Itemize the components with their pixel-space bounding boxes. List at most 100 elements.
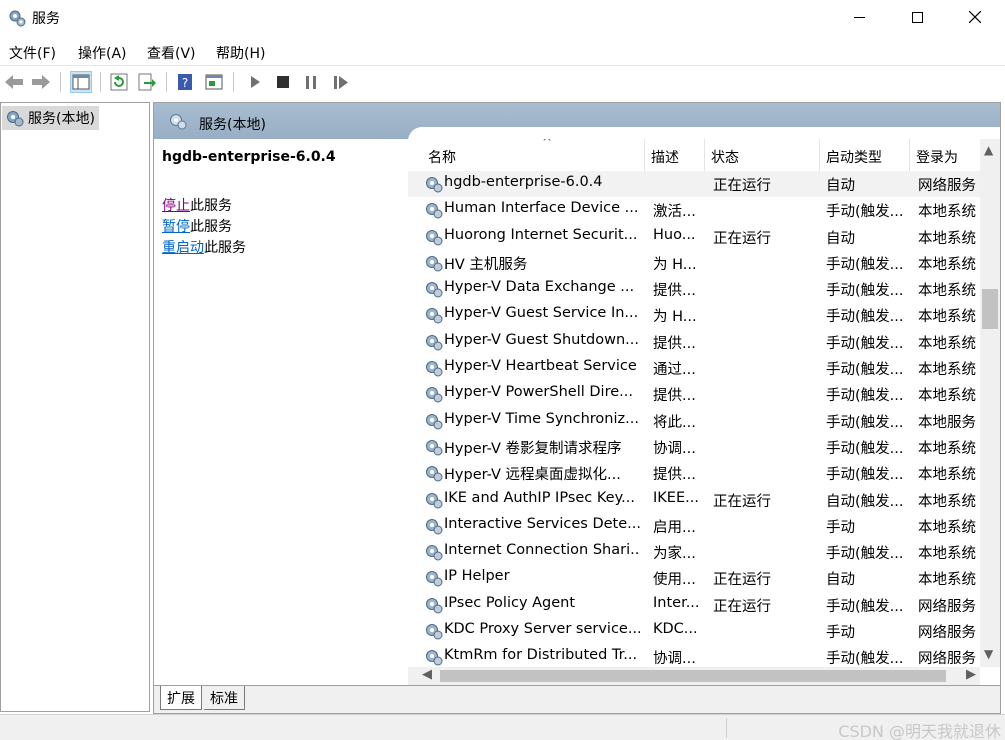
pause-service-link[interactable]: 暂停 — [162, 219, 190, 235]
column-header-label: 状态 — [711, 150, 739, 166]
service-row[interactable]: Huorong Internet Securit... Huo... 正在运行 自动 本… — [408, 224, 980, 250]
service-status-cell: 正在运行 — [713, 598, 771, 615]
service-startup-type-cell: 手动 — [826, 625, 855, 642]
restart-service-link[interactable]: 重启动 — [162, 240, 204, 256]
close-button[interactable] — [946, 0, 1004, 34]
horizontal-scrollbar[interactable]: ◀ ▶ — [408, 667, 980, 685]
tab-standard[interactable]: 标准 — [204, 686, 245, 710]
vertical-scroll-thumb[interactable] — [982, 289, 998, 329]
service-startup-type-cell: 手动(触发... — [826, 204, 904, 221]
menu-help[interactable]: 帮助(H) — [216, 43, 265, 63]
stop-service-button[interactable] — [272, 71, 294, 93]
window-title: 服务 — [32, 11, 60, 27]
service-row[interactable]: Hyper-V 远程桌面虚拟化... 提供... 手动(触发... 本地系统 — [408, 460, 980, 486]
pause-service-button[interactable] — [300, 71, 322, 93]
tree-item-services-local[interactable]: 服务(本地) — [2, 106, 99, 130]
service-row[interactable]: IKE and AuthIP IPsec Key... IKEE... 正在运行 自动… — [408, 487, 980, 513]
refresh-button[interactable] — [108, 71, 130, 93]
toolbar-separator — [166, 72, 167, 92]
service-row[interactable]: IP Helper 使用... 正在运行 自动 本地系统 — [408, 565, 980, 591]
tab-extended[interactable]: 扩展 — [160, 686, 202, 710]
forward-button[interactable] — [30, 71, 52, 93]
service-name-cell: Human Interface Device ... — [444, 200, 639, 217]
service-description-cell: 为 H... — [653, 256, 697, 273]
horizontal-scroll-thumb[interactable] — [440, 670, 946, 682]
service-logon-cell: 本地系统 — [918, 204, 976, 221]
service-logon-cell: 网络服务 — [918, 178, 976, 194]
service-description-cell: 启用... — [653, 519, 696, 536]
service-row[interactable]: Hyper-V 卷影复制请求程序 协调... 手动(触发... 本地系统 — [408, 434, 980, 460]
service-description-cell: 使用... — [653, 572, 696, 589]
service-name-cell: KtmRm for Distributed Tr... — [444, 647, 638, 664]
maximize-icon — [911, 11, 923, 23]
service-gear-icon — [424, 333, 444, 355]
service-startup-type-cell: 自动 — [826, 230, 855, 247]
service-row[interactable]: KDC Proxy Server service... KDC... 手动 网络服务 — [408, 618, 980, 644]
tree-item-label: 服务(本地) — [28, 111, 95, 127]
scroll-right-icon[interactable]: ▶ — [966, 667, 976, 682]
service-row[interactable]: Hyper-V Data Exchange ... 提供... 手动(触发... 本地… — [408, 276, 980, 302]
minimize-icon — [853, 16, 865, 18]
service-row[interactable]: Hyper-V PowerShell Dire... 提供... 手动(触发... 本… — [408, 381, 980, 407]
service-name-cell: KDC Proxy Server service... — [444, 621, 640, 638]
service-row[interactable]: Human Interface Device ... 激活... 手动(触发... 本… — [408, 197, 980, 223]
service-name-cell: Hyper-V 卷影复制请求程序 — [444, 440, 622, 457]
service-row[interactable]: Hyper-V Guest Service In... 为 H... 手动(触发..… — [408, 302, 980, 328]
service-gear-icon — [424, 517, 444, 539]
column-header-label: 登录为 — [916, 150, 958, 166]
scroll-left-icon[interactable]: ◀ — [422, 667, 432, 682]
column-header-startup-type[interactable]: 启动类型 — [820, 139, 910, 171]
column-header-name[interactable]: ^ 名称 — [422, 139, 645, 171]
title-bar: 服务 — [0, 0, 1005, 36]
scroll-down-icon[interactable]: ▼ — [984, 647, 993, 661]
column-header-logon-as[interactable]: 登录为 — [910, 139, 980, 171]
properties-button[interactable] — [203, 71, 225, 93]
service-logon-cell: 本地系统 — [918, 519, 976, 536]
stop-service-link[interactable]: 停止 — [162, 198, 190, 214]
service-description-cell: 提供... — [653, 335, 696, 352]
service-description-cell: 提供... — [653, 388, 696, 405]
show-hide-console-tree-button[interactable] — [70, 71, 92, 93]
service-logon-cell: 本地系统 — [918, 467, 976, 484]
column-header-status[interactable]: 状态 — [705, 139, 820, 171]
back-button[interactable] — [3, 71, 25, 93]
menu-view[interactable]: 查看(V) — [147, 43, 196, 63]
service-startup-type-cell: 手动(触发... — [826, 414, 904, 431]
start-service-button[interactable] — [244, 71, 266, 93]
service-description-cell: 提供... — [653, 283, 696, 300]
column-header-label: 名称 — [428, 150, 456, 166]
service-row[interactable]: IPsec Policy Agent Inter... 正在运行 手动(触发... 网络… — [408, 592, 980, 618]
services-gear-icon — [7, 111, 24, 127]
service-startup-type-cell: 手动(触发... — [826, 309, 904, 326]
restart-service-button[interactable] — [330, 71, 352, 93]
forward-arrow-icon — [32, 75, 50, 89]
service-logon-cell: 本地系统 — [918, 546, 976, 563]
vertical-scrollbar[interactable]: ▲ ▼ — [980, 139, 1000, 667]
column-header-description[interactable]: 描述 — [645, 139, 705, 171]
menu-action[interactable]: 操作(A) — [78, 43, 127, 63]
maximize-button[interactable] — [888, 0, 946, 34]
service-gear-icon — [424, 491, 444, 513]
status-bar: CSDN @明天我就退休 — [0, 714, 1005, 740]
service-status-cell: 正在运行 — [713, 178, 771, 194]
service-row[interactable]: Hyper-V Heartbeat Service 通过... 手动(触发... 本地… — [408, 355, 980, 381]
service-row[interactable]: Hyper-V Guest Shutdown... 提供... 手动(触发... 本地… — [408, 329, 980, 355]
restart-icon — [334, 75, 348, 89]
service-row[interactable]: Hyper-V Time Synchroniz... 将此... 手动(触发... 本… — [408, 408, 980, 434]
scroll-up-icon[interactable]: ▲ — [984, 143, 993, 157]
service-gear-icon — [424, 228, 444, 250]
service-row[interactable]: KtmRm for Distributed Tr... 协调... 手动(触发...… — [408, 644, 980, 667]
menu-file[interactable]: 文件(F) — [9, 43, 56, 63]
help-button[interactable]: ? — [174, 71, 196, 93]
pane-header: 服务(本地) — [154, 103, 1000, 141]
service-row[interactable]: Internet Connection Shari... 为家... 手动(触发..… — [408, 539, 980, 565]
service-description-cell: IKEE... — [653, 489, 699, 506]
service-row[interactable]: HV 主机服务 为 H... 手动(触发... 本地系统 — [408, 250, 980, 276]
console-tree: 服务(本地) — [0, 102, 150, 712]
service-row[interactable]: hgdb-enterprise-6.0.4 正在运行 自动 网络服务 — [408, 171, 980, 198]
service-logon-cell: 本地系统 — [918, 230, 976, 247]
export-list-button[interactable] — [136, 71, 158, 93]
service-row[interactable]: Interactive Services Dete... 启用... 手动 本地系统 — [408, 513, 980, 539]
minimize-button[interactable] — [830, 0, 888, 34]
console-tree-icon — [72, 74, 90, 90]
